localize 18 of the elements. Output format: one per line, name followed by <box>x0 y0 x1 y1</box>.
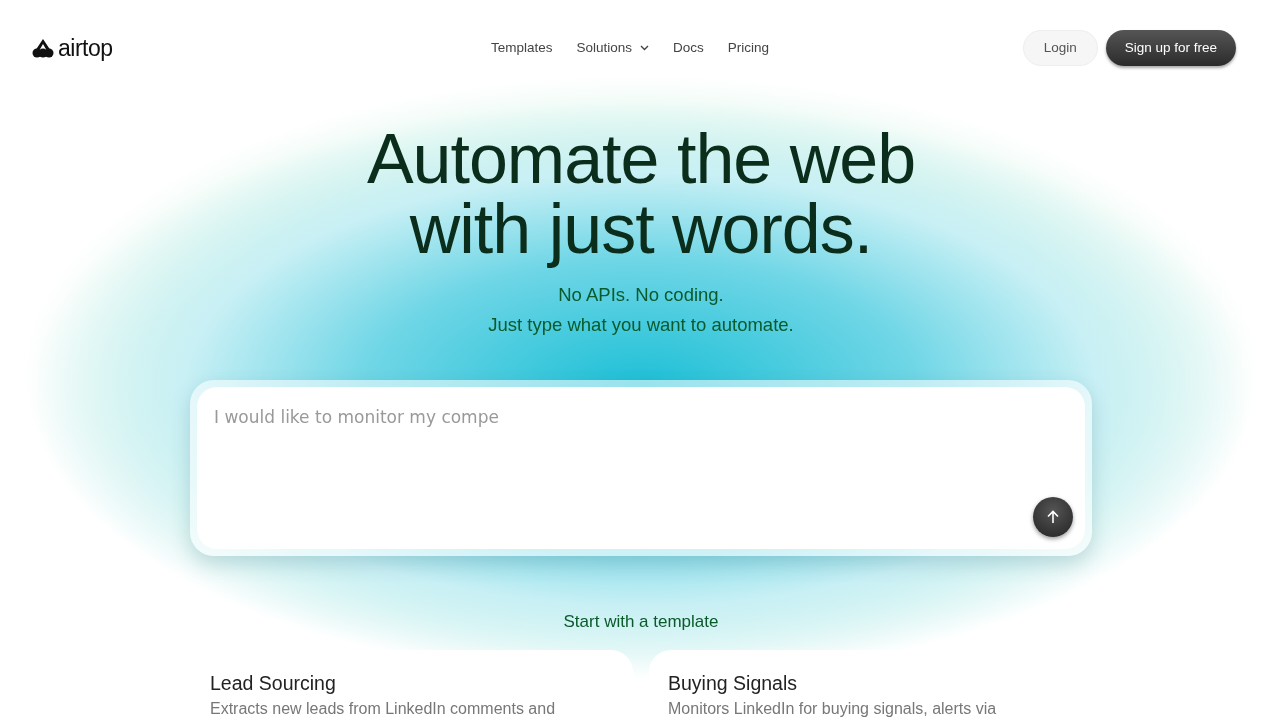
logo-icon <box>32 38 54 58</box>
login-button[interactable]: Login <box>1022 29 1098 67</box>
prompt-field[interactable]: I would like to monitor my compe <box>197 387 1085 549</box>
signup-button[interactable]: Sign up for free <box>1105 29 1236 67</box>
hero-subtitle: No APIs. No coding. <box>557 283 725 307</box>
nav-link[interactable]: Templates <box>490 37 553 59</box>
card-description: Monitors LinkedIn for buying signals, alerts via <box>668 698 998 719</box>
hero-subtitle: Just type what you want to automate. <box>488 313 794 337</box>
nav-link[interactable]: Pricing <box>727 37 770 59</box>
card-title: Buying Signals <box>668 671 798 695</box>
nav-link[interactable]: Solutions <box>576 37 649 59</box>
hero-title: Automate the web <box>366 124 916 194</box>
card-title: Lead Sourcing <box>210 671 337 695</box>
brand-name[interactable]: airtop <box>58 30 113 66</box>
card-description: Extracts new leads from LinkedIn comments and <box>210 698 557 719</box>
nav-link[interactable]: Docs <box>673 37 704 59</box>
arrow-up-icon <box>1046 510 1060 524</box>
section-heading: Start with a template <box>563 611 719 633</box>
